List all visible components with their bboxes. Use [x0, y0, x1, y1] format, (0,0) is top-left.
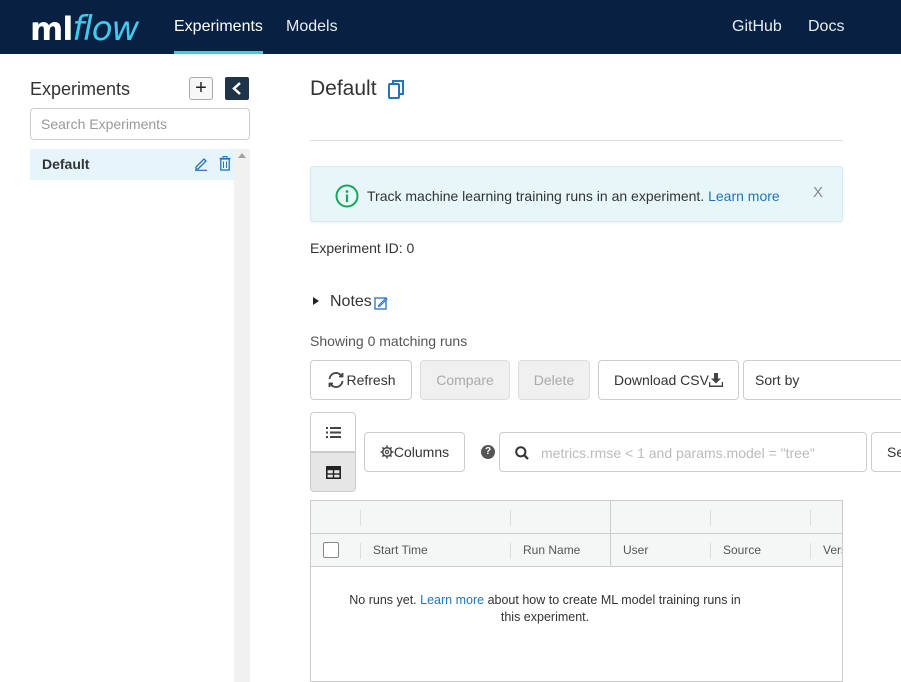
sort-by-select[interactable]: Sort by: [743, 360, 901, 400]
column-start-time[interactable]: Start Time: [373, 543, 428, 557]
delete-button[interactable]: Delete: [518, 360, 590, 400]
copy-icon[interactable]: [388, 79, 405, 100]
showing-runs-count: Showing 0 matching runs: [310, 333, 468, 349]
nav-models[interactable]: Models: [286, 0, 338, 54]
info-alert: Track machine learning training runs in …: [310, 166, 843, 222]
select-all-checkbox[interactable]: [323, 542, 339, 558]
column-group-separator: [610, 501, 611, 567]
experiment-item-default[interactable]: Default: [30, 149, 234, 180]
columns-button[interactable]: Columns: [364, 432, 465, 472]
chevron-left-icon: [232, 82, 241, 95]
nav-github[interactable]: GitHub: [732, 0, 782, 54]
column-separator: [810, 543, 811, 559]
table-view-button[interactable]: [310, 452, 356, 492]
column-version[interactable]: Vers: [823, 543, 842, 557]
search-experiments-input[interactable]: Search Experiments: [30, 108, 250, 140]
column-header-row: Start Time Run Name User Source Vers: [311, 534, 842, 567]
experiment-id-value: 0: [406, 240, 415, 256]
page-title: Default: [310, 77, 377, 100]
logo-ml-text: ml: [30, 10, 73, 48]
logo-flow-text: flow: [72, 9, 139, 49]
column-separator: [710, 510, 711, 526]
search-icon: [515, 446, 529, 460]
info-circle-icon: [335, 184, 359, 208]
top-navbar: ml flow Experiments Models GitHub Docs: [0, 0, 901, 54]
column-separator: [360, 543, 361, 559]
alert-message: Track machine learning training runs in …: [367, 188, 780, 204]
edit-icon[interactable]: [194, 156, 208, 171]
notes-toggle[interactable]: Notes: [330, 293, 372, 311]
column-source[interactable]: Source: [723, 543, 761, 557]
empty-runs-message: No runs yet. Learn more about how to cre…: [345, 592, 745, 626]
runs-search-input[interactable]: metrics.rmse < 1 and params.model = "tre…: [499, 432, 867, 472]
experiment-id-label: Experiment ID:: [310, 240, 403, 256]
alert-text: Track machine learning training runs in …: [367, 188, 705, 204]
column-run-name[interactable]: Run Name: [523, 543, 580, 557]
notes-edit-icon[interactable]: [374, 296, 388, 310]
empty-learn-more-link[interactable]: Learn more: [420, 593, 484, 607]
column-separator: [510, 543, 511, 559]
gear-icon: [380, 445, 394, 459]
search-button[interactable]: Se: [871, 432, 901, 472]
download-csv-button[interactable]: Download CSV: [598, 360, 739, 400]
sidebar-title: Experiments: [30, 79, 131, 99]
scroll-up-arrow-icon[interactable]: [238, 153, 246, 158]
download-csv-label: Download CSV: [614, 372, 709, 388]
column-separator: [360, 510, 361, 526]
nav-docs[interactable]: Docs: [808, 0, 844, 54]
caret-right-icon[interactable]: [313, 297, 319, 305]
column-group-header: [311, 501, 842, 534]
collapse-sidebar-button[interactable]: [225, 77, 249, 100]
table-icon: [326, 466, 341, 479]
column-separator: [810, 510, 811, 526]
alert-close-button[interactable]: X: [813, 184, 823, 201]
columns-label: Columns: [393, 444, 450, 460]
runs-search-placeholder: metrics.rmse < 1 and params.model = "tre…: [541, 445, 815, 461]
column-separator: [710, 543, 711, 559]
add-experiment-button[interactable]: +: [189, 77, 213, 100]
nav-experiments[interactable]: Experiments: [174, 0, 263, 54]
column-user[interactable]: User: [623, 543, 648, 557]
trash-icon[interactable]: [219, 156, 231, 171]
experiment-item-label: Default: [42, 156, 90, 172]
list-icon: [326, 427, 341, 438]
question-circle-icon[interactable]: ?: [481, 445, 495, 459]
alert-learn-more-link[interactable]: Learn more: [708, 188, 780, 204]
experiment-id: Experiment ID: 0: [310, 240, 414, 256]
title-divider: [310, 140, 843, 141]
experiment-list: Default: [30, 149, 234, 682]
download-icon: [708, 373, 724, 388]
refresh-button[interactable]: Refresh: [310, 360, 412, 400]
refresh-icon: [329, 372, 344, 388]
sidebar-scrollbar[interactable]: [234, 149, 250, 682]
compare-button[interactable]: Compare: [420, 360, 510, 400]
empty-suffix: about how to create ML model training ru…: [487, 593, 741, 624]
mlflow-logo[interactable]: ml flow: [30, 9, 139, 49]
column-separator: [510, 510, 511, 526]
refresh-label: Refresh: [346, 372, 396, 388]
runs-table: Start Time Run Name User Source Vers No …: [310, 500, 843, 682]
empty-prefix: No runs yet.: [349, 593, 417, 607]
list-view-button[interactable]: [310, 412, 356, 452]
